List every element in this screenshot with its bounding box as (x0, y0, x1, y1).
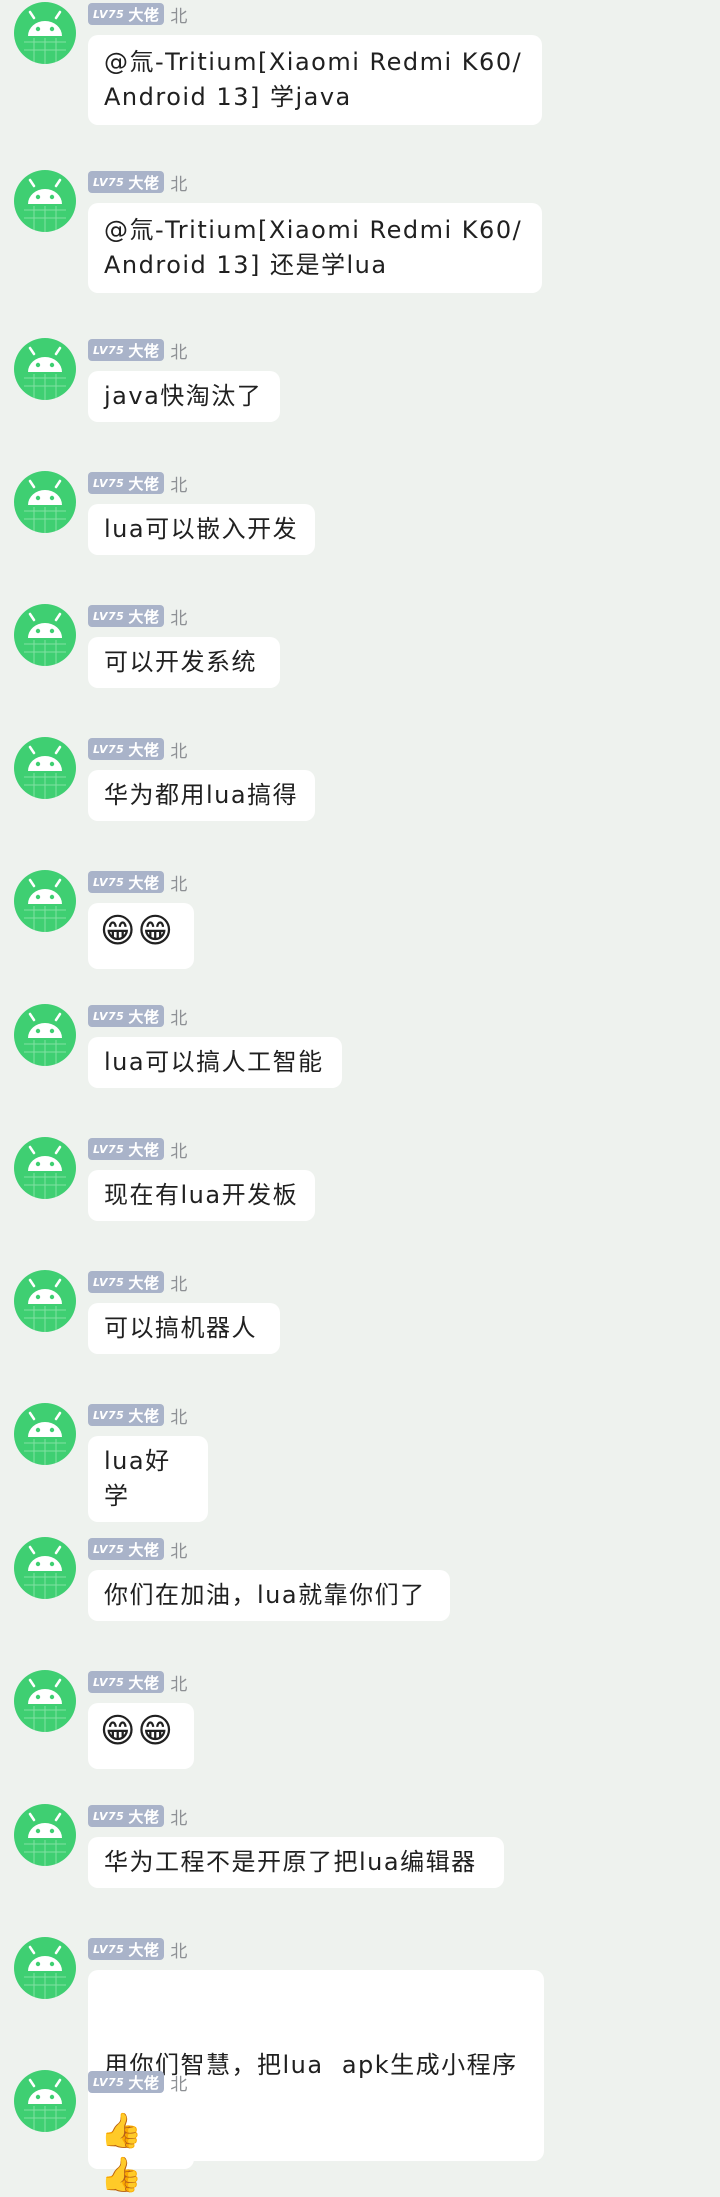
android-avatar-icon[interactable] (14, 1804, 76, 1866)
message-bubble[interactable]: lua可以搞人工智能 (88, 1037, 342, 1088)
message-bubble[interactable]: 现在有lua开发板 (88, 1170, 315, 1221)
message-bubble[interactable]: 😁😁 (88, 903, 194, 969)
sender-name[interactable]: 北 (170, 2070, 187, 2095)
sender-meta: LV75 大佬 北 (88, 1937, 187, 1962)
level-badge: LV75 大佬 (88, 472, 165, 494)
level-badge: LV75 大佬 (88, 339, 165, 361)
android-avatar-icon[interactable] (14, 1270, 76, 1332)
sender-name[interactable]: 北 (170, 1403, 187, 1428)
message-bubble[interactable]: lua可以嵌入开发 (88, 504, 315, 555)
sender-meta: LV75 大佬 北 (88, 2070, 187, 2095)
message-bubble[interactable]: 华为工程不是开原了把lua编辑器 (88, 1837, 504, 1888)
sender-name[interactable]: 北 (170, 1937, 187, 1962)
sender-name[interactable]: 北 (170, 1137, 187, 1162)
sender-name[interactable]: 北 (170, 471, 187, 496)
message-text-line: lua好学 (104, 1447, 171, 1510)
sender-meta: LV75 大佬 北 (88, 604, 187, 629)
sender-meta: LV75 大佬 北 (88, 2, 187, 27)
message-text-line: 华为工程不是开原了把lua编辑器 (104, 1848, 477, 1876)
message-bubble[interactable]: 华为都用lua搞得 (88, 770, 315, 821)
android-avatar-icon[interactable] (14, 471, 76, 533)
android-avatar-icon[interactable] (14, 2070, 76, 2132)
sender-meta: LV75 大佬 北 (88, 870, 187, 895)
thumbs-up-emoji-icon: 👍👍 (100, 2111, 145, 2195)
message-text-line: lua可以搞人工智能 (104, 1048, 324, 1076)
sender-name[interactable]: 北 (170, 870, 187, 895)
sender-meta: LV75 大佬 北 (88, 170, 187, 195)
message-bubble[interactable]: 可以开发系统 (88, 637, 280, 688)
android-avatar-icon[interactable] (14, 170, 76, 232)
message-text-line: java快淘汰了 (104, 382, 263, 410)
android-avatar-icon[interactable] (14, 1137, 76, 1199)
message-bubble[interactable]: @氚-Tritium[Xiaomi Redmi K60/ Android 13]… (88, 203, 542, 293)
message-bubble[interactable]: 可以搞机器人 (88, 1303, 280, 1354)
sender-name[interactable]: 北 (170, 2, 187, 27)
sender-meta: LV75 大佬 北 (88, 1004, 187, 1029)
message-text-line: @氚-Tritium[Xiaomi Redmi K60/ (104, 48, 523, 76)
message-text-line: 可以开发系统 (104, 648, 257, 676)
level-badge: LV75 大佬 (88, 605, 165, 627)
grin-emoji-icon: 😁😁 (100, 1711, 175, 1751)
message-text-line: lua可以嵌入开发 (104, 515, 299, 543)
sender-name[interactable]: 北 (170, 1004, 187, 1029)
message-text-line: 现在有lua开发板 (104, 1181, 299, 1209)
level-badge: LV75 大佬 (88, 871, 165, 893)
sender-name[interactable]: 北 (170, 604, 187, 629)
level-badge: LV75 大佬 (88, 171, 165, 193)
sender-meta: LV75 大佬 北 (88, 1403, 187, 1428)
sender-name[interactable]: 北 (170, 737, 187, 762)
message-bubble[interactable]: java快淘汰了 (88, 371, 280, 422)
sender-name[interactable]: 北 (170, 170, 187, 195)
sender-name[interactable]: 北 (170, 1270, 187, 1295)
message-bubble[interactable]: lua好学 (88, 1436, 208, 1522)
message-text-line: @氚-Tritium[Xiaomi Redmi K60/ (104, 216, 523, 244)
android-avatar-icon[interactable] (14, 870, 76, 932)
android-avatar-icon[interactable] (14, 1403, 76, 1465)
level-badge: LV75 大佬 (88, 1271, 165, 1293)
sender-meta: LV75 大佬 北 (88, 1537, 187, 1562)
grin-emoji-icon: 😁😁 (100, 911, 175, 951)
level-badge: LV75 大佬 (88, 738, 165, 760)
sender-meta: LV75 大佬 北 (88, 1804, 187, 1829)
message-text-line: 你们在加油，lua就靠你们了 (104, 1581, 426, 1609)
message-text-line: 可以搞机器人 (104, 1314, 257, 1342)
android-avatar-icon[interactable] (14, 604, 76, 666)
sender-meta: LV75 大佬 北 (88, 1670, 187, 1695)
level-badge: LV75 大佬 (88, 1005, 165, 1027)
message-bubble[interactable]: 👍👍 (88, 2103, 194, 2195)
level-badge: LV75 大佬 (88, 1671, 165, 1693)
level-badge: LV75 大佬 (88, 3, 165, 25)
message-text-line: 华为都用lua搞得 (104, 781, 299, 809)
sender-meta: LV75 大佬 北 (88, 471, 187, 496)
message-text-line: Android 13] 学java (104, 83, 352, 111)
android-avatar-icon[interactable] (14, 2, 76, 64)
sender-meta: LV75 大佬 北 (88, 1137, 187, 1162)
level-badge: LV75 大佬 (88, 1538, 165, 1560)
message-bubble[interactable]: 你们在加油，lua就靠你们了 (88, 1570, 450, 1621)
android-avatar-icon[interactable] (14, 1937, 76, 1999)
android-avatar-icon[interactable] (14, 1537, 76, 1599)
android-avatar-icon[interactable] (14, 737, 76, 799)
message-text-line: Android 13] 还是学lua (104, 251, 388, 279)
android-avatar-icon[interactable] (14, 338, 76, 400)
sender-meta: LV75 大佬 北 (88, 1270, 187, 1295)
message-bubble[interactable]: 😁😁 (88, 1703, 194, 1769)
level-badge: LV75 大佬 (88, 1805, 165, 1827)
level-badge: LV75 大佬 (88, 1938, 165, 1960)
sender-name[interactable]: 北 (170, 1670, 187, 1695)
level-badge: LV75 大佬 (88, 1138, 165, 1160)
android-avatar-icon[interactable] (14, 1004, 76, 1066)
message-bubble[interactable]: @氚-Tritium[Xiaomi Redmi K60/ Android 13]… (88, 35, 542, 125)
level-badge: LV75 大佬 (88, 1404, 165, 1426)
sender-meta: LV75 大佬 北 (88, 338, 187, 363)
sender-name[interactable]: 北 (170, 1537, 187, 1562)
level-badge: LV75 大佬 (88, 2071, 165, 2093)
sender-name[interactable]: 北 (170, 1804, 187, 1829)
sender-meta: LV75 大佬 北 (88, 737, 187, 762)
sender-name[interactable]: 北 (170, 338, 187, 363)
android-avatar-icon[interactable] (14, 1670, 76, 1732)
chat-message-list[interactable]: LV75 大佬 北 @氚-Tritium[Xiaomi Redmi K60/ An… (0, 0, 720, 2195)
